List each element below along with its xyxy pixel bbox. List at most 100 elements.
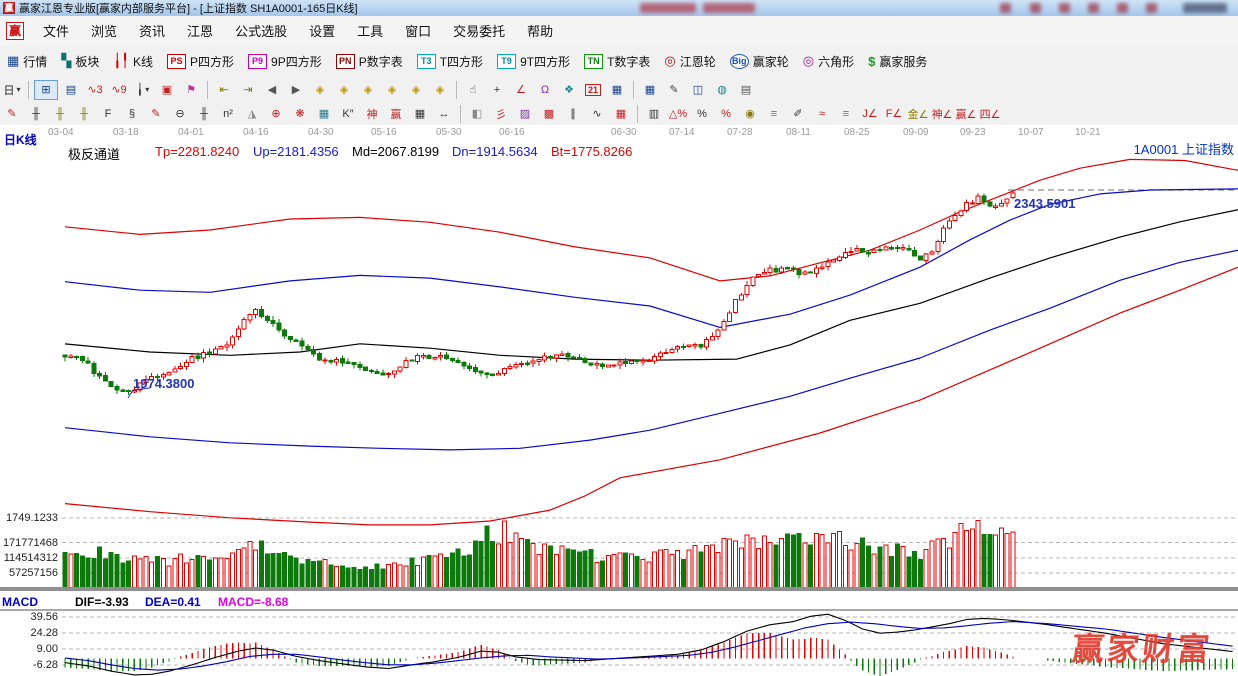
volume-bar	[964, 529, 970, 589]
candle-body	[906, 247, 912, 251]
candle-body	[865, 252, 871, 255]
volume-bar	[946, 547, 952, 589]
volume-bar	[160, 558, 166, 589]
candle-body	[484, 372, 490, 376]
candle-body	[224, 344, 230, 348]
candle-body	[230, 336, 236, 346]
volume-bar	[831, 532, 837, 589]
volume-bar	[530, 542, 536, 589]
candle-body	[796, 269, 802, 275]
volume-bar	[293, 557, 299, 589]
date-tick: 04-30	[308, 127, 334, 138]
candle-body	[767, 267, 773, 274]
volume-bar	[709, 544, 715, 589]
candle-body	[264, 316, 270, 322]
candle-body	[553, 354, 559, 359]
candle-body	[675, 346, 681, 350]
candle-body	[467, 365, 473, 369]
chart-canvas[interactable]	[0, 0, 1238, 676]
candle-body	[761, 272, 767, 275]
volume-bar	[819, 533, 825, 589]
watermark: 赢家财富网	[1070, 630, 1215, 668]
volume-bar	[576, 551, 582, 589]
volume-bar	[311, 560, 316, 589]
volume-scale-label: 114514312	[3, 551, 58, 564]
volume-bar	[617, 552, 623, 589]
candle-body	[397, 366, 403, 372]
candle-body	[345, 361, 351, 364]
volume-bar	[987, 533, 993, 589]
candle-body	[640, 360, 646, 363]
volume-bar	[166, 565, 172, 589]
candle-body	[813, 267, 819, 274]
volume-bar	[548, 545, 553, 589]
candle-body	[91, 362, 97, 375]
channel-value: Up=2181.4356	[253, 144, 339, 159]
volume-bar	[519, 538, 525, 589]
volume-bar	[958, 523, 964, 589]
volume-bar	[264, 553, 270, 589]
candle-body	[120, 389, 126, 392]
date-tick: 08-11	[786, 127, 811, 138]
volume-bar	[432, 555, 438, 589]
volume-bar	[750, 537, 756, 589]
volume-bar	[368, 568, 374, 589]
candle-body	[548, 355, 553, 359]
candle-body	[322, 359, 328, 362]
macd-scale-label: 24.28	[30, 626, 58, 639]
date-tick: 07-28	[727, 127, 753, 138]
volume-bar	[773, 544, 779, 589]
volume-scale-label: 171771468	[2, 536, 58, 549]
volume-bar	[657, 549, 663, 589]
candle-body	[669, 348, 675, 353]
volume-bar	[85, 557, 91, 589]
volume-bar	[108, 552, 114, 589]
date-tick: 03-04	[48, 127, 74, 138]
candle-body	[276, 322, 282, 331]
indicator-name: 极反通道	[68, 147, 121, 162]
panel-period-label: 日K线	[4, 133, 37, 147]
candle-body	[79, 356, 85, 362]
volume-bar	[889, 556, 894, 589]
macd-readout-item: DIF=-3.93	[75, 595, 129, 609]
volume-bar	[484, 525, 490, 589]
candle-body	[773, 268, 779, 273]
volume-bar	[380, 568, 386, 589]
volume-bar	[623, 552, 629, 589]
candle-body	[438, 354, 444, 358]
candle-body	[85, 360, 91, 364]
volume-bar	[756, 547, 762, 589]
volume-bar	[727, 538, 733, 589]
candle-body	[316, 353, 322, 361]
macd-readout-item: DEA=0.41	[145, 595, 201, 609]
candle-body	[721, 321, 727, 331]
candle-body	[831, 259, 837, 263]
volume-bar	[131, 555, 137, 589]
pane-separator[interactable]	[0, 587, 1238, 591]
candle-body	[634, 360, 640, 363]
volume-bar	[339, 565, 345, 589]
volume-bar	[663, 548, 669, 589]
volume-bar	[212, 557, 218, 589]
candle-body	[941, 227, 947, 243]
volume-bar	[912, 551, 918, 589]
volume-bar	[785, 533, 790, 589]
candle-body	[178, 366, 184, 370]
volume-bar	[998, 527, 1004, 589]
candle-body	[287, 335, 293, 341]
candle-body	[472, 367, 478, 373]
volume-bar	[877, 546, 883, 589]
candle-body	[305, 345, 311, 350]
candle-body	[709, 335, 715, 341]
channel-value: Bt=1775.8266	[551, 144, 633, 159]
volume-bar	[374, 563, 380, 589]
volume-scale-label: 57257156	[9, 566, 58, 579]
date-tick: 09-09	[903, 127, 929, 138]
volume-bar	[860, 537, 866, 589]
candle-body	[68, 355, 74, 358]
volume-bar	[935, 538, 941, 589]
volume-bar	[455, 548, 461, 589]
candle-body	[576, 356, 582, 360]
volume-bar	[692, 544, 698, 589]
candle-body	[311, 348, 316, 355]
